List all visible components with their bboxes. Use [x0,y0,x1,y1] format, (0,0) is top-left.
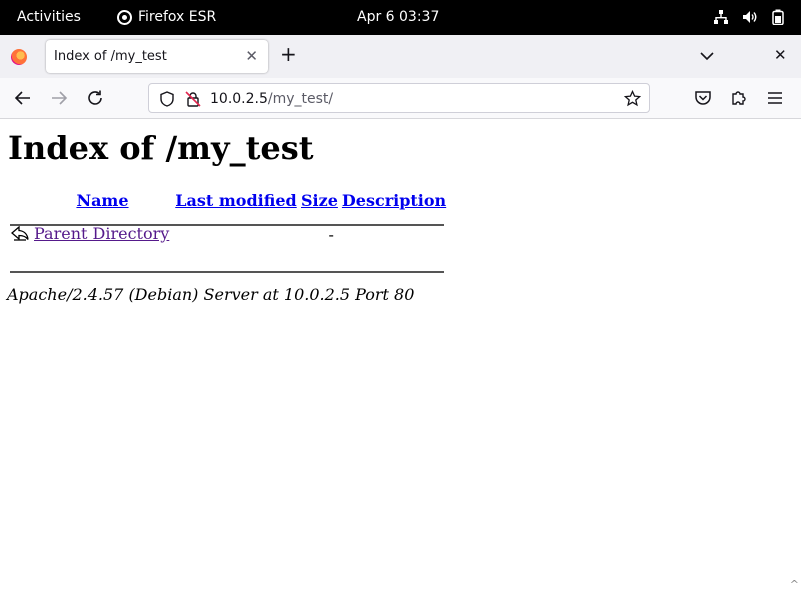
extensions-puzzle-icon[interactable] [730,89,748,107]
battery-icon [772,9,784,25]
icon-column-header [8,188,32,213]
column-header-size[interactable]: Size [299,188,340,213]
table-row: Parent Directory - [8,213,448,255]
back-directory-icon [11,225,29,241]
sort-by-name-link[interactable]: Name [76,191,128,210]
tab-index-my-test[interactable]: Index of /my_test ✕ [46,40,268,73]
firefox-view-icon[interactable] [11,49,27,65]
last-modified-cell [173,213,299,255]
tab-strip: Index of /my_test ✕ + ✕ [0,35,801,78]
tab-close-icon[interactable]: ✕ [245,47,258,65]
back-arrow-icon[interactable] [14,89,32,107]
size-cell: - [328,224,334,244]
sort-by-last-modified-link[interactable]: Last modified [175,191,296,210]
bookmark-star-icon[interactable] [624,90,641,107]
activities-button[interactable]: Activities [17,9,81,25]
server-signature: Apache/2.4.57 (Debian) Server at 10.0.2.… [7,285,415,304]
new-tab-plus-icon[interactable]: + [280,44,297,64]
page-content: Index of /my_test Name Last modified Siz… [0,120,801,591]
description-cell [340,213,448,255]
column-header-name[interactable]: Name [32,188,173,213]
clock[interactable]: Apr 6 03:37 [357,9,439,25]
footer-rule [10,271,444,273]
directory-listing-table: Name Last modified Size Description Pare… [8,188,448,255]
tracking-protection-shield-icon[interactable] [159,91,175,107]
column-header-last-modified[interactable]: Last modified [173,188,299,213]
window-close-icon[interactable]: ✕ [774,46,787,64]
url-path: /my_test/ [267,91,334,107]
parent-directory-link[interactable]: Parent Directory [34,224,169,243]
url-host: 10.0.2.5 [210,91,268,107]
header-rule [10,224,444,226]
hamburger-menu-icon[interactable] [766,89,784,107]
system-tray[interactable] [713,9,785,25]
navigation-toolbar: 10.0.2.5/my_test/ [0,78,801,119]
resize-grip-icon[interactable]: ^ [790,578,799,591]
volume-icon [743,11,757,23]
sort-by-size-link[interactable]: Size [301,191,338,210]
firefox-app-icon [117,9,132,25]
list-all-tabs-chevron-icon[interactable] [699,48,715,64]
url-bar[interactable]: 10.0.2.5/my_test/ [148,83,650,113]
name-cell: Parent Directory [8,213,173,255]
system-top-bar: Activities Firefox ESR Apr 6 03:37 [0,0,801,35]
insecure-lock-icon[interactable] [185,91,201,107]
tab-title: Index of /my_test [54,49,167,64]
page-heading: Index of /my_test [8,129,314,167]
url-text[interactable]: 10.0.2.5/my_test/ [210,91,333,107]
column-header-description[interactable]: Description [340,188,448,213]
network-icon [714,10,728,24]
app-menu[interactable]: Firefox ESR [117,9,216,25]
sort-by-description-link[interactable]: Description [342,191,446,210]
forward-arrow-icon[interactable] [50,89,68,107]
reload-icon[interactable] [86,89,104,107]
app-name: Firefox ESR [138,9,217,25]
pocket-icon[interactable] [694,89,712,107]
